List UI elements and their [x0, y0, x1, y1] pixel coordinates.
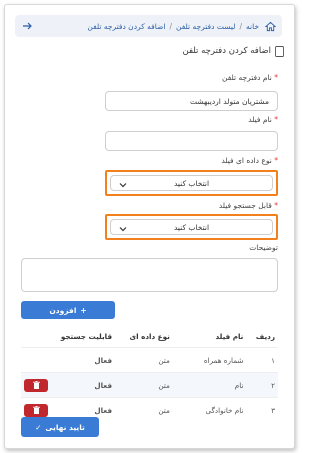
field-type-selected: انتخاب کنید [173, 178, 210, 188]
phonebook-name-input[interactable]: مشتریان متولد اردیبهشت [105, 91, 278, 111]
required-mark: * [274, 115, 278, 124]
required-mark: * [274, 73, 278, 82]
check-icon: ✓ [35, 422, 42, 432]
phonebook-name-label: * نام دفترچه تلفن [222, 73, 278, 82]
fields-table: ردیف نام فیلد نوع داده ای قابلیت جستجو ۱… [21, 325, 278, 422]
row-actions [21, 372, 51, 398]
description-textarea[interactable] [21, 258, 278, 292]
table-row: ۱ شماره همراه متن فعال [21, 347, 278, 373]
header-actions [21, 325, 51, 348]
breadcrumb-current: اضافه کردن دفترچه تلفن [87, 21, 166, 31]
searchable-label: * قابل جستجو فیلد [219, 201, 278, 210]
field-name-label: * نام فیلد [248, 115, 278, 124]
phonebook-name-value: مشتریان متولد اردیبهشت [189, 96, 269, 106]
row-data-type: متن [115, 372, 173, 398]
arrow-right-icon[interactable] [21, 20, 33, 32]
row-index: ۳ [246, 397, 278, 422]
breadcrumb: خانه / لیست دفترچه تلفن / اضافه کردن دفت… [15, 15, 282, 37]
row-data-type: متن [115, 397, 173, 422]
row-status: فعال [51, 347, 116, 373]
submit-button-label: تایید نهایی [45, 422, 85, 432]
required-mark: * [274, 201, 278, 210]
field-name-label-text: نام فیلد [248, 115, 272, 124]
chevron-down-icon [119, 183, 127, 188]
row-status: فعال [51, 372, 116, 398]
breadcrumb-separator: / [169, 21, 172, 31]
document-icon [275, 45, 284, 57]
table-row: ۲ نام متن فعال [21, 372, 278, 398]
field-type-highlight: انتخاب کنید [105, 170, 278, 196]
field-name-input[interactable] [105, 131, 278, 151]
delete-button[interactable] [24, 403, 48, 417]
description-label: توضیحات [249, 243, 278, 252]
searchable-label-text: قابل جستجو فیلد [218, 201, 272, 210]
chevron-down-icon [119, 227, 127, 232]
table-header-row: ردیف نام فیلد نوع داده ای قابلیت جستجو [21, 325, 278, 348]
trash-icon [32, 406, 40, 414]
field-type-label: * نوع داده ای فیلد [221, 156, 278, 165]
searchable-select[interactable]: انتخاب کنید [110, 219, 273, 235]
submit-button[interactable]: تایید نهایی ✓ [21, 417, 99, 437]
page-title-text: اضافه کردن دفترچه تلفن [182, 46, 271, 56]
add-button-label: افزودن [49, 305, 77, 315]
header-searchable: قابلیت جستجو [60, 331, 113, 341]
breadcrumb-list[interactable]: لیست دفترچه تلفن [176, 22, 235, 31]
page-frame: خانه / لیست دفترچه تلفن / اضافه کردن دفت… [4, 4, 295, 449]
delete-button[interactable] [24, 378, 48, 392]
plus-icon: + [80, 305, 87, 315]
header-field-name: نام فیلد [215, 331, 244, 341]
field-type-label-text: نوع داده ای فیلد [221, 156, 272, 165]
required-mark: * [274, 156, 278, 165]
row-field-name: نام [172, 372, 247, 398]
breadcrumb-separator: / [239, 21, 242, 31]
row-field-name: شماره همراه [172, 347, 247, 373]
add-button[interactable]: + افزودن [21, 301, 115, 319]
row-data-type: متن [115, 347, 173, 373]
field-type-select[interactable]: انتخاب کنید [110, 175, 273, 191]
page-title: اضافه کردن دفترچه تلفن [15, 43, 284, 59]
row-actions [21, 347, 51, 373]
home-icon[interactable] [265, 21, 276, 32]
row-index: ۲ [246, 372, 278, 398]
trash-icon [32, 381, 40, 389]
breadcrumb-home[interactable]: خانه [246, 22, 259, 31]
header-index: ردیف [255, 331, 275, 341]
header-data-type: نوع داده ای [129, 331, 170, 341]
row-field-name: نام خانوادگی [172, 397, 247, 422]
row-index: ۱ [246, 347, 278, 373]
searchable-selected: انتخاب کنید [173, 222, 210, 232]
searchable-highlight: انتخاب کنید [105, 214, 278, 240]
phonebook-name-label-text: نام دفترچه تلفن [222, 73, 272, 82]
